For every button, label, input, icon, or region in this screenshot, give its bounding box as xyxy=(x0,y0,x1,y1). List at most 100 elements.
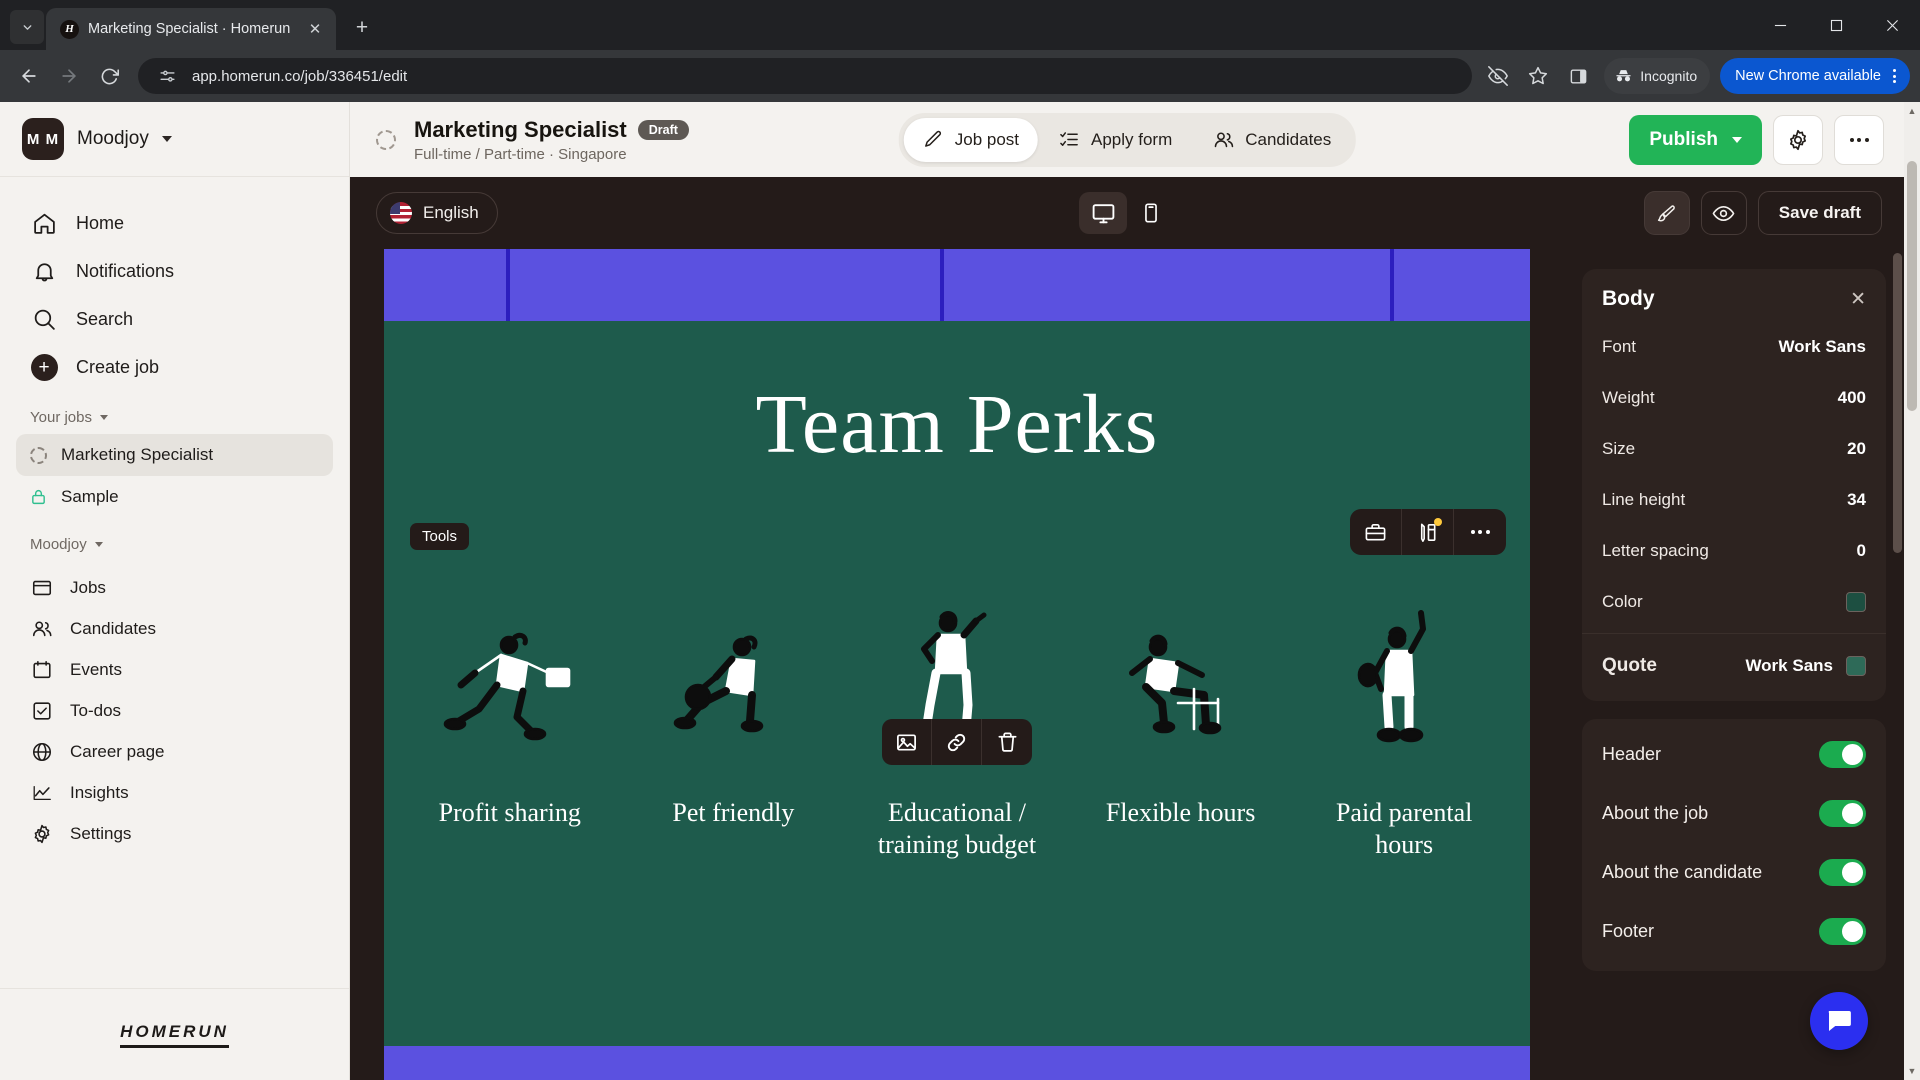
property-row-letter-spacing[interactable]: Letter spacing 0 xyxy=(1582,525,1886,576)
side-panel-icon[interactable] xyxy=(1560,58,1596,94)
back-icon[interactable] xyxy=(10,57,48,95)
maximize-button[interactable] xyxy=(1808,0,1864,50)
about-the-job-toggle[interactable] xyxy=(1819,800,1866,827)
sidebar-item-settings[interactable]: Settings xyxy=(16,813,333,854)
language-label: English xyxy=(423,203,479,222)
toggle-row-footer[interactable]: Footer xyxy=(1582,902,1886,961)
close-icon[interactable]: ✕ xyxy=(304,18,326,40)
link-icon[interactable] xyxy=(932,719,982,765)
tab-job-post[interactable]: Job post xyxy=(903,117,1038,162)
sidebar-item-notifications[interactable]: Notifications xyxy=(16,247,333,295)
chevron-down-icon[interactable] xyxy=(100,415,108,420)
sidebar-item-sample[interactable]: Sample xyxy=(16,476,333,518)
sidebar-item-marketing-specialist[interactable]: Marketing Specialist xyxy=(16,434,333,476)
panel-scrollbar[interactable] xyxy=(1893,253,1902,1076)
image-icon[interactable] xyxy=(882,719,932,765)
header-toggle[interactable] xyxy=(1819,741,1866,768)
more-options-button[interactable] xyxy=(1834,114,1884,165)
sidebar-item-jobs[interactable]: Jobs xyxy=(16,567,333,608)
workspace-group[interactable]: Moodjoy xyxy=(0,518,349,561)
job-settings-button[interactable] xyxy=(1773,114,1823,165)
property-row-weight[interactable]: Weight 400 xyxy=(1582,372,1886,423)
scroll-down-arrow-icon[interactable]: ▼ xyxy=(1908,1066,1917,1076)
scrollbar-track[interactable] xyxy=(1904,119,1920,1063)
page-scrollbar[interactable]: ▲ ▼ xyxy=(1904,102,1920,1080)
sidebar-item-home[interactable]: Home xyxy=(16,199,333,247)
toolbox-icon[interactable] xyxy=(1350,509,1402,555)
editor-body: Team Perks Tools Profit sharing Pet frie… xyxy=(350,249,1904,1080)
editor-toolbar: English Save draft xyxy=(350,177,1904,249)
language-selector[interactable]: English xyxy=(376,192,498,234)
chevron-down-icon[interactable] xyxy=(94,542,103,547)
app-header: Marketing Specialist Draft Full-time / P… xyxy=(350,102,1904,177)
sidebar-item-events[interactable]: Events xyxy=(16,649,333,690)
toggle-row-about-the-job[interactable]: About the job xyxy=(1582,784,1886,843)
sidebar-item-insights[interactable]: Insights xyxy=(16,772,333,813)
browser-tab[interactable]: H Marketing Specialist · Homerun ✕ xyxy=(46,8,336,50)
sidebar-item-create-job[interactable]: + Create job xyxy=(16,343,333,391)
canvas-scroll-area[interactable]: Team Perks Tools Profit sharing Pet frie… xyxy=(350,249,1564,1080)
url-text: app.homerun.co/job/336451/edit xyxy=(192,67,408,85)
trash-icon[interactable] xyxy=(982,719,1032,765)
property-value: Work Sans xyxy=(1745,655,1833,675)
bookmark-star-icon[interactable] xyxy=(1520,58,1556,94)
section-title[interactable]: Team Perks xyxy=(384,383,1530,467)
style-button[interactable] xyxy=(1643,191,1690,235)
support-chat-button[interactable] xyxy=(1810,992,1868,1050)
sidebar-item-todos[interactable]: To-dos xyxy=(16,690,333,731)
preview-button[interactable] xyxy=(1700,191,1747,235)
property-row-size[interactable]: Size 20 xyxy=(1582,423,1886,474)
eye-off-icon[interactable] xyxy=(1480,58,1516,94)
browser-menu-icon[interactable] xyxy=(1887,69,1902,83)
close-window-button[interactable] xyxy=(1864,0,1920,50)
address-bar[interactable]: app.homerun.co/job/336451/edit xyxy=(138,58,1473,94)
tab-apply-form[interactable]: Apply form xyxy=(1040,118,1191,162)
job-subtitle: Full-time / Part-time · Singapore xyxy=(414,145,627,163)
mobile-icon[interactable] xyxy=(1127,192,1175,234)
property-row-line-height[interactable]: Line height 34 xyxy=(1582,474,1886,525)
site-settings-icon[interactable] xyxy=(154,63,180,89)
perk-item[interactable]: Pet friendly xyxy=(622,589,846,860)
sidebar-item-career-page[interactable]: Career page xyxy=(16,731,333,772)
org-switcher[interactable]: M M Moodjoy xyxy=(0,102,349,177)
tools-chip[interactable]: Tools xyxy=(410,523,470,550)
close-icon[interactable]: ✕ xyxy=(1850,290,1866,309)
color-swatch[interactable] xyxy=(1846,591,1866,612)
chevron-down-icon[interactable] xyxy=(1732,136,1742,143)
tab-search-icon[interactable] xyxy=(10,10,44,44)
toggle-label: Footer xyxy=(1602,921,1655,941)
toggle-row-about-the-candidate[interactable]: About the candidate xyxy=(1582,843,1886,902)
chrome-update-button[interactable]: New Chrome available xyxy=(1720,58,1910,94)
property-row-quote[interactable]: Quote Work Sans xyxy=(1582,640,1886,691)
person-running-with-briefcase-icon xyxy=(435,589,585,759)
body-style-card: Body ✕ Font Work Sans Weight 400 Size 20… xyxy=(1582,269,1886,701)
reload-icon[interactable] xyxy=(90,57,128,95)
save-draft-button[interactable]: Save draft xyxy=(1757,191,1882,235)
tab-candidates[interactable]: Candidates xyxy=(1193,118,1350,162)
footer-toggle[interactable] xyxy=(1819,918,1866,945)
toggle-row-header[interactable]: Header xyxy=(1582,725,1886,784)
perk-label: Educational / training budget xyxy=(877,798,1037,859)
sidebar-item-search[interactable]: Search xyxy=(16,295,333,343)
perk-item[interactable]: Profit sharing xyxy=(398,589,622,860)
perk-item[interactable]: Flexible hours xyxy=(1069,589,1293,860)
style-edit-icon[interactable] xyxy=(1402,509,1454,555)
scroll-up-arrow-icon[interactable]: ▲ xyxy=(1908,106,1917,116)
chevron-down-icon[interactable] xyxy=(161,136,172,142)
job-post-canvas[interactable]: Team Perks Tools Profit sharing Pet frie… xyxy=(384,249,1530,1080)
minimize-button[interactable] xyxy=(1752,0,1808,50)
sidebar-item-candidates[interactable]: Candidates xyxy=(16,608,333,649)
property-row-font[interactable]: Font Work Sans xyxy=(1582,321,1886,372)
perk-item[interactable]: Paid parental hours xyxy=(1292,589,1516,860)
property-value: 400 xyxy=(1837,387,1866,407)
ellipsis-icon[interactable] xyxy=(1454,509,1506,555)
publish-button[interactable]: Publish xyxy=(1629,114,1762,165)
desktop-icon[interactable] xyxy=(1079,192,1127,234)
about-the-candidate-toggle[interactable] xyxy=(1819,859,1866,886)
perks-section[interactable]: Team Perks Tools Profit sharing Pet frie… xyxy=(384,321,1530,1046)
color-swatch[interactable] xyxy=(1846,655,1866,676)
new-tab-button[interactable]: + xyxy=(345,11,379,45)
your-jobs-group[interactable]: Your jobs xyxy=(0,391,349,434)
incognito-indicator[interactable]: Incognito xyxy=(1604,58,1711,94)
property-row-color[interactable]: Color xyxy=(1582,576,1886,627)
